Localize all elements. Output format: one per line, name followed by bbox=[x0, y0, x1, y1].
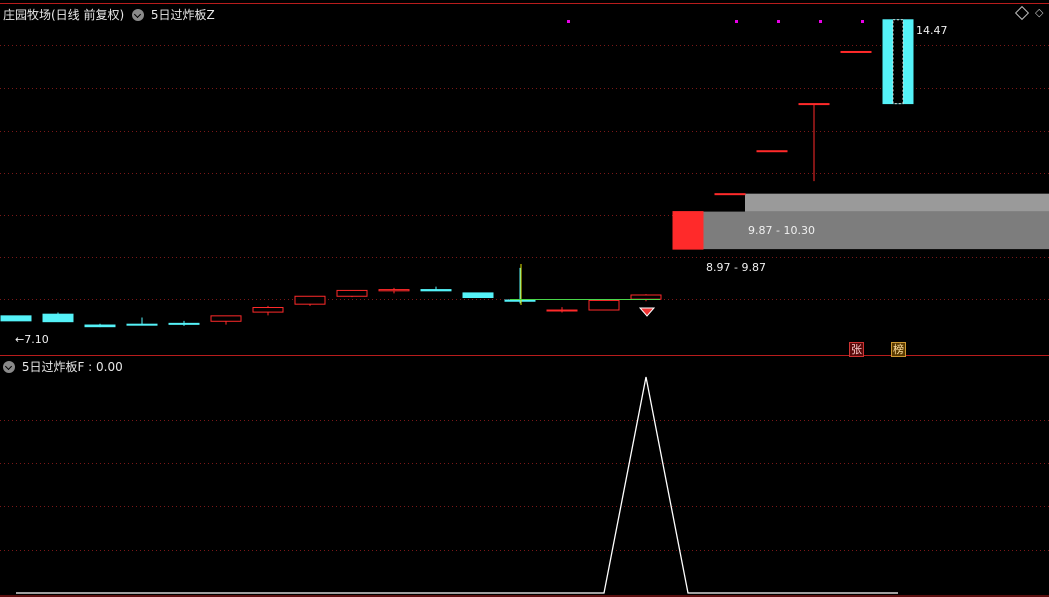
signal-marker-dot bbox=[567, 20, 570, 23]
candle[interactable] bbox=[630, 294, 662, 302]
chevron-down-icon[interactable] bbox=[132, 9, 145, 21]
zone-upper-label: 9.87 - 10.30 bbox=[748, 224, 815, 237]
candle[interactable] bbox=[546, 307, 578, 313]
candle-body bbox=[336, 289, 368, 297]
kline-chart[interactable] bbox=[0, 0, 1049, 597]
candle-body bbox=[504, 299, 536, 302]
gem-icon bbox=[638, 307, 656, 317]
candle[interactable] bbox=[420, 286, 452, 292]
candle[interactable] bbox=[210, 315, 242, 325]
candle[interactable] bbox=[168, 320, 200, 326]
signal-indicator-label[interactable]: 5日过炸板F : 0.00 bbox=[22, 360, 123, 374]
candle[interactable] bbox=[882, 19, 914, 105]
dragon-tiger-badge[interactable]: 榜 bbox=[891, 342, 906, 357]
candle[interactable] bbox=[84, 323, 116, 328]
candle-body bbox=[672, 211, 704, 250]
candle-body bbox=[168, 322, 200, 325]
signal-marker-dot bbox=[777, 20, 780, 23]
chart-header: 庄园牧场(日线 前复权) 5日过炸板Z bbox=[3, 6, 215, 23]
stock-title: 庄园牧场(日线 前复权) bbox=[3, 8, 125, 22]
sub-chart-header: 5日过炸板F : 0.00 bbox=[3, 358, 123, 375]
candle-body bbox=[126, 323, 158, 326]
candle-body bbox=[840, 50, 872, 53]
low-price-label: ←7.10 bbox=[15, 333, 49, 346]
candle[interactable] bbox=[336, 289, 368, 298]
candle[interactable] bbox=[294, 295, 326, 306]
candle[interactable] bbox=[252, 305, 284, 316]
candle[interactable] bbox=[588, 299, 620, 311]
candle-body bbox=[0, 315, 32, 322]
indicator-name[interactable]: 5日过炸板Z bbox=[151, 8, 215, 22]
candle-body bbox=[462, 292, 494, 299]
collapse-icon[interactable]: ◇ bbox=[1035, 6, 1043, 19]
candle-body bbox=[546, 309, 578, 312]
candle-body bbox=[798, 103, 830, 106]
candle[interactable] bbox=[378, 287, 410, 294]
candle[interactable] bbox=[756, 150, 788, 153]
candle-inner-body bbox=[892, 19, 904, 105]
candle-body bbox=[756, 150, 788, 153]
candle-body bbox=[294, 295, 326, 305]
candle-body bbox=[252, 307, 284, 313]
candle[interactable] bbox=[462, 292, 494, 299]
limit-up-badge[interactable]: 张 bbox=[849, 342, 864, 357]
candle[interactable] bbox=[126, 317, 158, 326]
candle-body bbox=[378, 289, 410, 292]
zone-lower-label: 8.97 - 9.87 bbox=[706, 261, 766, 274]
candle-body bbox=[630, 294, 662, 300]
candle-body bbox=[420, 289, 452, 292]
candle[interactable] bbox=[0, 315, 32, 322]
candle[interactable] bbox=[714, 193, 746, 196]
candle[interactable] bbox=[42, 312, 74, 323]
signal-marker-dot bbox=[861, 20, 864, 23]
candle[interactable] bbox=[840, 50, 872, 53]
signal-marker-dot bbox=[819, 20, 822, 23]
candle[interactable] bbox=[504, 267, 536, 304]
resistance-zone-upper bbox=[745, 193, 1049, 212]
chevron-down-icon[interactable] bbox=[3, 361, 15, 373]
candle-body bbox=[210, 315, 242, 322]
candle-body bbox=[42, 313, 74, 323]
candle[interactable] bbox=[672, 211, 704, 250]
signal-marker-dot bbox=[735, 20, 738, 23]
signal-line bbox=[16, 376, 898, 594]
high-price-label: 14.47 bbox=[916, 24, 948, 37]
candle-body bbox=[588, 299, 620, 311]
candle[interactable] bbox=[798, 103, 830, 182]
candle-body bbox=[84, 324, 116, 328]
candle-body bbox=[714, 193, 746, 196]
